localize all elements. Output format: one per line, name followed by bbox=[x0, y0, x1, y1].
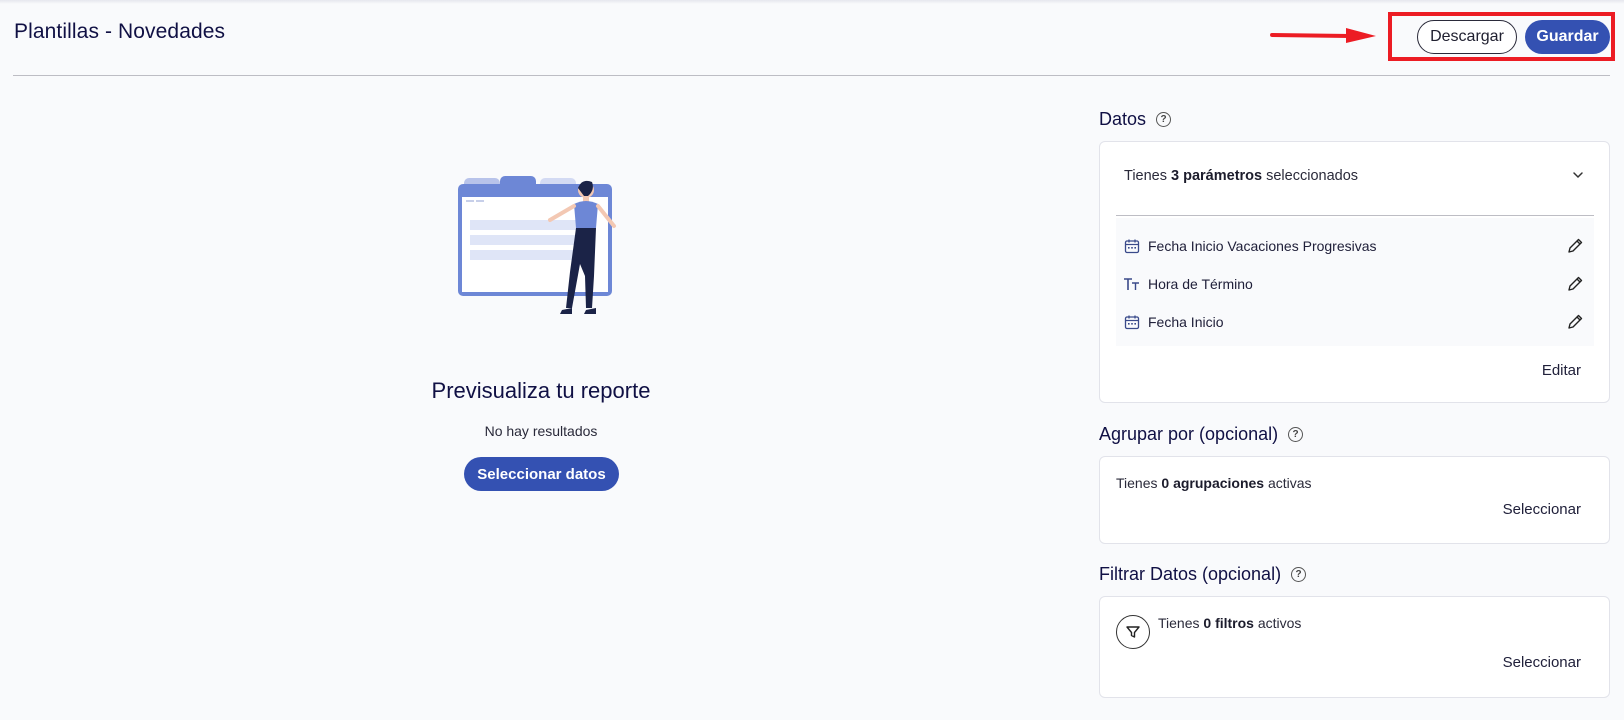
page-title: Plantillas - Novedades bbox=[14, 20, 226, 43]
filter-icon bbox=[1116, 615, 1150, 649]
datos-divider bbox=[1116, 215, 1594, 216]
list-item: Hora de Término bbox=[1116, 270, 1594, 298]
calendar-icon bbox=[1122, 236, 1142, 256]
empty-report-illustration bbox=[458, 176, 616, 314]
summary-count: 0 agrupaciones bbox=[1161, 475, 1265, 491]
summary-suffix: activas bbox=[1264, 475, 1312, 491]
summary-count: 3 parámetros bbox=[1171, 168, 1263, 184]
summary-suffix: activos bbox=[1253, 615, 1302, 631]
datos-card: Tienes 3 parámetros seleccionados Fecha … bbox=[1099, 141, 1610, 403]
help-icon[interactable]: ? bbox=[1291, 567, 1307, 582]
filter-card: Tienes 0 filtros activos Seleccionar bbox=[1099, 596, 1610, 698]
parameter-label: Hora de Término bbox=[1148, 276, 1253, 292]
calendar-icon bbox=[1122, 312, 1142, 332]
group-select-link[interactable]: Seleccionar bbox=[1503, 501, 1581, 518]
group-section-title: Agrupar por (opcional) ? bbox=[1099, 424, 1304, 445]
annotation-arrow bbox=[1270, 28, 1376, 43]
summary-prefix: Tienes bbox=[1116, 475, 1162, 491]
datos-section-title: Datos ? bbox=[1099, 109, 1172, 130]
group-summary: Tienes 0 agrupaciones activas bbox=[1116, 475, 1312, 491]
empty-state-title: Previsualiza tu reporte bbox=[431, 378, 651, 403]
edit-link[interactable]: Editar bbox=[1542, 362, 1581, 379]
filter-select-link[interactable]: Seleccionar bbox=[1503, 654, 1581, 671]
pencil-icon[interactable] bbox=[1566, 237, 1584, 255]
download-button[interactable]: Descargar bbox=[1417, 20, 1517, 54]
help-icon[interactable]: ? bbox=[1288, 427, 1304, 442]
summary-suffix: seleccionados bbox=[1262, 168, 1359, 184]
help-icon[interactable]: ? bbox=[1156, 112, 1172, 127]
empty-state-subtitle: No hay resultados bbox=[484, 423, 598, 439]
filter-title: Filtrar Datos (opcional) bbox=[1099, 564, 1282, 584]
summary-count: 0 filtros bbox=[1203, 615, 1254, 631]
filter-section-title: Filtrar Datos (opcional) ? bbox=[1099, 564, 1307, 585]
top-shadow bbox=[0, 0, 1624, 4]
parameter-label: Fecha Inicio bbox=[1148, 314, 1224, 330]
datos-summary: Tienes 3 parámetros seleccionados bbox=[1124, 168, 1358, 184]
text-type-icon bbox=[1122, 274, 1142, 294]
pencil-icon[interactable] bbox=[1566, 313, 1584, 331]
summary-prefix: Tienes bbox=[1124, 168, 1172, 184]
parameter-label: Fecha Inicio Vacaciones Progresivas bbox=[1148, 238, 1377, 254]
pencil-icon[interactable] bbox=[1566, 275, 1584, 293]
parameter-list: Fecha Inicio Vacaciones Progresivas Hora… bbox=[1116, 218, 1594, 346]
group-title: Agrupar por (opcional) bbox=[1099, 424, 1279, 444]
filter-summary: Tienes 0 filtros activos bbox=[1158, 615, 1301, 631]
datos-title: Datos bbox=[1099, 109, 1147, 129]
list-item: Fecha Inicio Vacaciones Progresivas bbox=[1116, 232, 1594, 260]
chevron-down-icon[interactable] bbox=[1571, 168, 1585, 182]
header-divider bbox=[13, 75, 1610, 76]
group-card: Tienes 0 agrupaciones activas Selecciona… bbox=[1099, 456, 1610, 544]
save-button[interactable]: Guardar bbox=[1525, 20, 1610, 54]
select-data-button[interactable]: Seleccionar datos bbox=[464, 457, 619, 491]
list-item: Fecha Inicio bbox=[1116, 308, 1594, 336]
summary-prefix: Tienes bbox=[1158, 615, 1204, 631]
